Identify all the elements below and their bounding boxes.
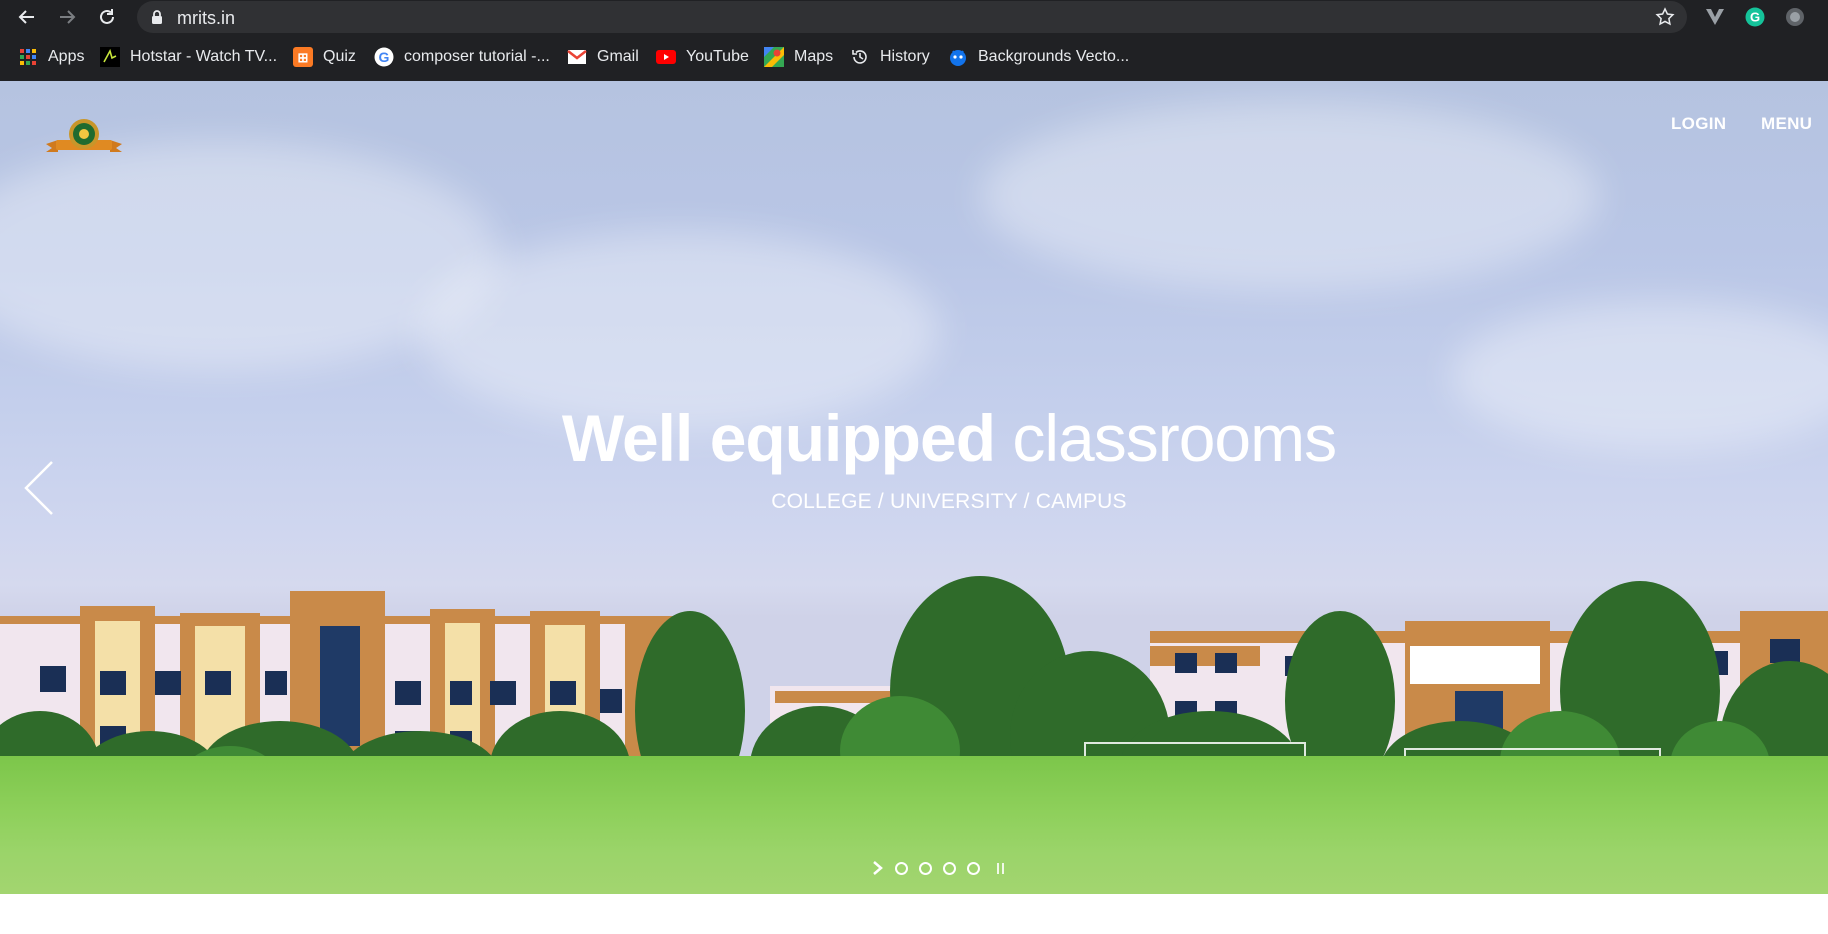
- bookmark-label: Backgrounds Vecto...: [978, 48, 1130, 65]
- bookmark-label: composer tutorial -...: [404, 48, 550, 65]
- headline-light: classrooms: [1012, 401, 1337, 475]
- bookmark-label: Apps: [48, 48, 85, 65]
- maps-icon: [764, 47, 784, 67]
- reload-button[interactable]: [94, 4, 120, 30]
- slide-dot-3[interactable]: [943, 861, 956, 875]
- google-icon: G: [374, 47, 394, 67]
- hero-subtitle: COLLEGE / UNIVERSITY / CAMPUS: [771, 490, 1127, 513]
- menu-button[interactable]: MENU: [1761, 114, 1812, 134]
- history-icon: [850, 47, 870, 67]
- headline-bold: Well equipped: [561, 401, 996, 475]
- slide-dot-2[interactable]: [919, 861, 932, 875]
- slide-dot-1[interactable]: [895, 861, 908, 875]
- bookmark-label: Quiz: [323, 48, 356, 65]
- login-link[interactable]: LOGIN: [1671, 114, 1726, 134]
- next-slide-chevron-icon[interactable]: [872, 860, 884, 876]
- bookmarks-bar: Apps Hotstar - Watch TV... ⊞ Quiz G comp…: [0, 34, 1828, 82]
- address-bar[interactable]: mrits.in: [137, 1, 1687, 33]
- extension-icon[interactable]: [1783, 5, 1807, 29]
- bookmark-label: History: [880, 48, 930, 65]
- hero-headline: Well equipped classrooms: [0, 402, 1828, 475]
- browser-toolbar: mrits.in G: [0, 0, 1828, 34]
- slider-controls: [872, 860, 1004, 876]
- bookmark-label: Maps: [794, 48, 834, 65]
- lock-icon: [152, 10, 162, 24]
- bookmark-quiz[interactable]: ⊞ Quiz: [293, 45, 356, 69]
- prev-slide-arrow-icon[interactable]: [22, 460, 56, 516]
- bookmark-label: YouTube: [686, 48, 749, 65]
- pause-icon[interactable]: [997, 862, 1004, 874]
- hero-slider: [0, 81, 1828, 894]
- reload-icon: [100, 9, 114, 24]
- gmail-icon: [567, 47, 587, 67]
- bookmark-apps[interactable]: Apps: [18, 45, 84, 69]
- vuetify-extension-icon[interactable]: [1703, 5, 1727, 29]
- bookmark-composer-tutorial[interactable]: G composer tutorial -...: [374, 45, 550, 69]
- slide-dot-4[interactable]: [967, 861, 980, 875]
- college-logo[interactable]: [44, 118, 124, 158]
- bookmark-maps[interactable]: Maps: [764, 45, 833, 69]
- svg-text:G: G: [379, 49, 390, 65]
- bookmark-youtube[interactable]: YouTube: [656, 45, 749, 69]
- apps-grid-icon: [18, 47, 38, 67]
- svg-text:G: G: [1750, 10, 1760, 25]
- bookmark-label: Hotstar - Watch TV...: [130, 48, 278, 65]
- quiz-icon: ⊞: [293, 47, 313, 67]
- bookmark-backgrounds[interactable]: Backgrounds Vecto...: [948, 45, 1129, 69]
- hotstar-icon: [100, 47, 120, 67]
- freepik-icon: [948, 47, 968, 67]
- bookmark-gmail[interactable]: Gmail: [567, 45, 639, 69]
- bookmark-history[interactable]: History: [850, 45, 930, 69]
- svg-text:⊞: ⊞: [298, 50, 309, 65]
- bookmark-star-icon[interactable]: [1655, 7, 1675, 27]
- youtube-icon: [656, 47, 676, 67]
- url-text: mrits.in: [177, 8, 235, 28]
- grammarly-extension-icon[interactable]: G: [1743, 5, 1767, 29]
- cloud: [980, 101, 1600, 291]
- bookmark-label: Gmail: [597, 48, 639, 65]
- forward-button[interactable]: [54, 4, 80, 30]
- forward-arrow-icon: [60, 10, 76, 24]
- bookmark-hotstar[interactable]: Hotstar - Watch TV...: [100, 45, 277, 69]
- back-arrow-icon: [18, 10, 34, 24]
- back-button[interactable]: [14, 4, 40, 30]
